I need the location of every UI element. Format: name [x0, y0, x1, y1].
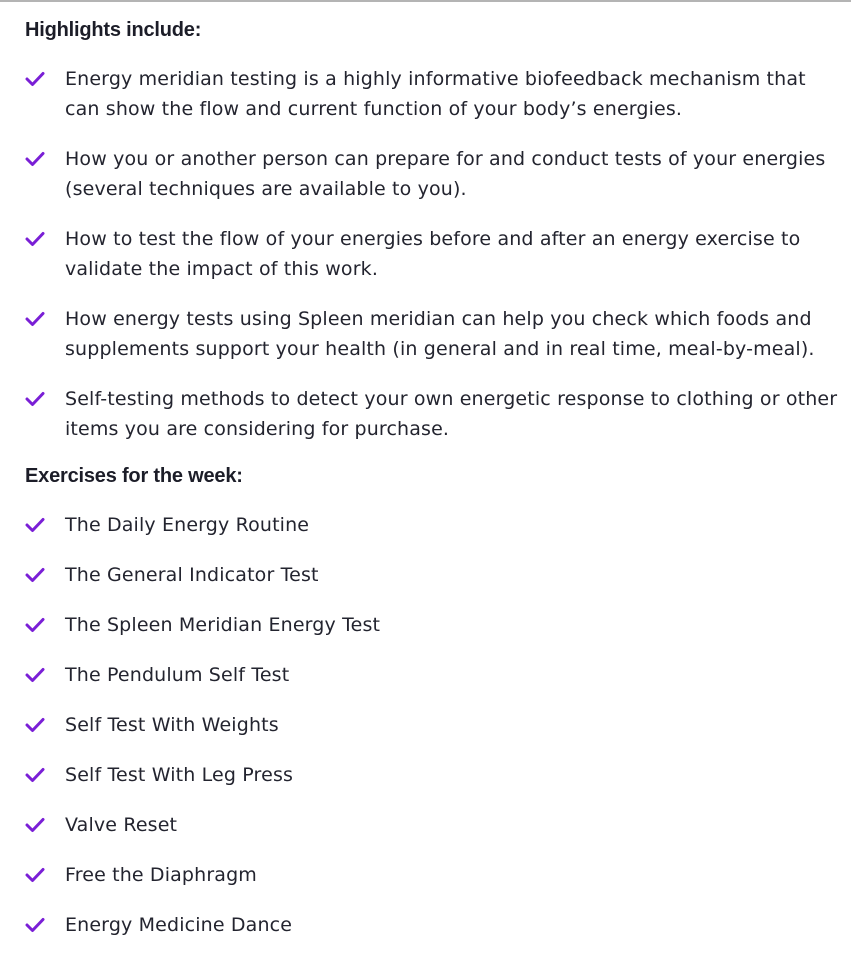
exercise-text: The General Indicator Test	[65, 564, 319, 586]
highlight-item: How to test the flow of your energies be…	[25, 224, 845, 284]
check-icon	[25, 517, 45, 533]
highlights-list: Energy meridian testing is a highly info…	[25, 64, 845, 444]
check-icon	[25, 311, 45, 327]
exercise-text: The Spleen Meridian Energy Test	[65, 614, 381, 636]
highlight-text: How to test the flow of your energies be…	[65, 228, 801, 280]
check-icon	[25, 917, 45, 933]
highlight-item: Energy meridian testing is a highly info…	[25, 64, 845, 124]
highlight-item: Self-testing methods to detect your own …	[25, 384, 845, 444]
exercises-heading: Exercises for the week:	[25, 465, 243, 487]
exercise-text: Energy Medicine Dance	[65, 914, 293, 936]
check-icon	[25, 567, 45, 583]
highlight-text: How energy tests using Spleen meridian c…	[65, 308, 815, 360]
check-icon	[25, 667, 45, 683]
exercise-text: The Daily Energy Routine	[65, 514, 310, 536]
check-icon	[25, 867, 45, 883]
exercises-list: The Daily Energy Routine The General Ind…	[25, 510, 845, 940]
check-icon	[25, 617, 45, 633]
exercise-text: Free the Diaphragm	[65, 864, 257, 886]
exercise-item: The Spleen Meridian Energy Test	[25, 610, 845, 640]
check-icon	[25, 231, 45, 247]
highlights-heading: Highlights include:	[25, 19, 202, 41]
exercise-text: Valve Reset	[65, 814, 178, 836]
check-icon	[25, 151, 45, 167]
exercise-item: Free the Diaphragm	[25, 860, 845, 890]
highlight-text: Self-testing methods to detect your own …	[65, 388, 838, 440]
check-icon	[25, 391, 45, 407]
course-content: Highlights include: Energy meridian test…	[25, 16, 845, 960]
exercise-item: The General Indicator Test	[25, 560, 845, 590]
exercise-text: Self Test With Leg Press	[65, 764, 294, 786]
highlight-item: How energy tests using Spleen meridian c…	[25, 304, 845, 364]
exercise-item: The Daily Energy Routine	[25, 510, 845, 540]
exercise-text: The Pendulum Self Test	[65, 664, 290, 686]
highlight-item: How you or another person can prepare fo…	[25, 144, 845, 204]
top-divider	[0, 0, 851, 2]
check-icon	[25, 767, 45, 783]
exercise-item: Self Test With Weights	[25, 710, 845, 740]
exercise-item: The Pendulum Self Test	[25, 660, 845, 690]
exercise-item: Self Test With Leg Press	[25, 760, 845, 790]
check-icon	[25, 717, 45, 733]
highlight-text: Energy meridian testing is a highly info…	[65, 68, 806, 120]
check-icon	[25, 71, 45, 87]
check-icon	[25, 817, 45, 833]
highlight-text: How you or another person can prepare fo…	[65, 148, 826, 200]
exercise-item: Energy Medicine Dance	[25, 910, 845, 940]
exercise-text: Self Test With Weights	[65, 714, 279, 736]
exercise-item: Valve Reset	[25, 810, 845, 840]
